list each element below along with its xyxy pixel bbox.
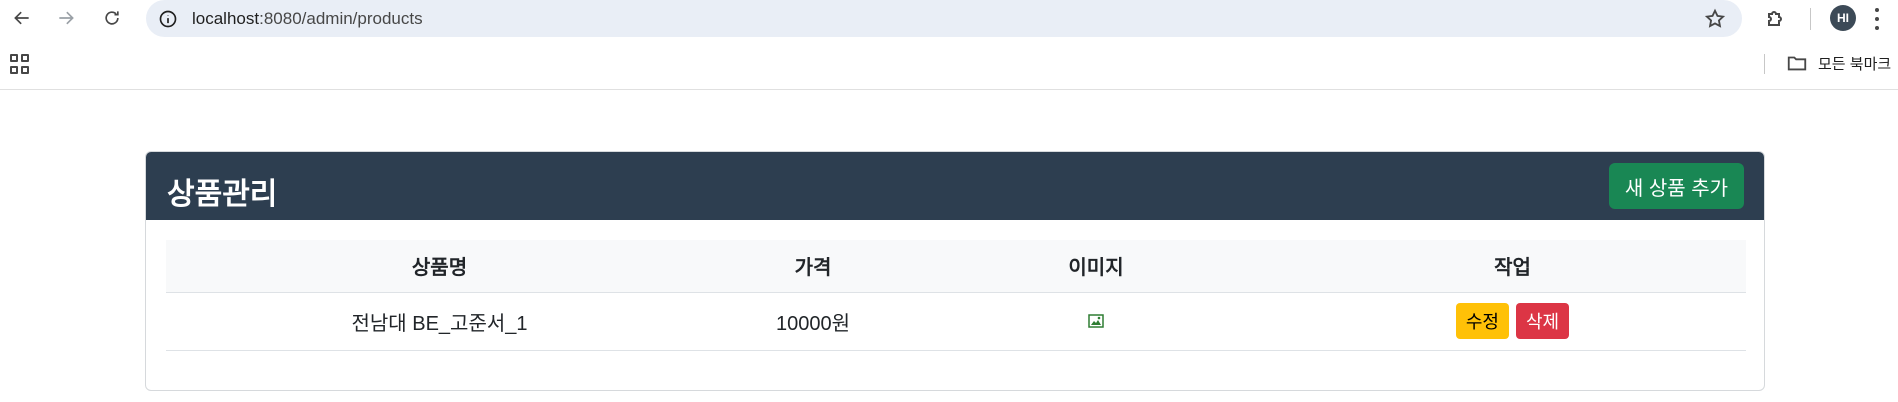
- site-info-icon[interactable]: [158, 9, 178, 29]
- product-name-cell: 전남대 BE_고준서_1: [166, 292, 713, 351]
- row-actions: 수정 삭제: [1455, 303, 1570, 339]
- back-arrow-icon[interactable]: [8, 4, 36, 32]
- table-header-row: 상품명 가격 이미지 작업: [166, 240, 1746, 293]
- delete-button[interactable]: 삭제: [1516, 303, 1570, 339]
- apps-grid-icon[interactable]: [10, 54, 30, 74]
- product-image-cell: [913, 292, 1279, 351]
- table-row: 전남대 BE_고준서_1 10000원 수정 삭제: [166, 292, 1746, 351]
- bookmark-star-icon[interactable]: [1704, 8, 1726, 30]
- reload-icon[interactable]: [98, 4, 126, 32]
- edit-button[interactable]: 수정: [1455, 303, 1509, 339]
- all-bookmarks-label: 모든 북마크: [1818, 55, 1892, 73]
- extensions-puzzle-icon[interactable]: [1764, 6, 1788, 30]
- broken-image-icon: [1088, 313, 1104, 329]
- bookmarks-bar: 모든 북마크: [0, 38, 1898, 90]
- folder-icon: [1787, 56, 1807, 71]
- url-path: :8080/admin/products: [259, 9, 423, 28]
- card-header: 상품관리 새 상품 추가: [146, 152, 1764, 220]
- product-table: 상품명 가격 이미지 작업 전남대 BE_고준서_1 10000원 수정 삭제: [166, 240, 1746, 351]
- bookmarks-divider: [1764, 54, 1765, 74]
- address-bar[interactable]: localhost:8080/admin/products: [146, 0, 1742, 37]
- url-host: localhost: [192, 9, 260, 28]
- product-price-cell: 10000원: [713, 292, 913, 351]
- browser-toolbar: localhost:8080/admin/products HI: [0, 0, 1898, 38]
- add-product-button[interactable]: 새 상품 추가: [1608, 163, 1744, 209]
- column-header-name: 상품명: [166, 240, 713, 293]
- toolbar-divider: [1810, 8, 1811, 30]
- product-actions-cell: 수정 삭제: [1279, 292, 1746, 351]
- page-title: 상품관리: [167, 178, 278, 211]
- all-bookmarks-button[interactable]: 모든 북마크: [1786, 52, 1891, 74]
- profile-avatar[interactable]: HI: [1830, 5, 1856, 31]
- more-menu-icon[interactable]: [1874, 8, 1880, 30]
- column-header-price: 가격: [713, 240, 913, 293]
- product-management-card: 상품관리 새 상품 추가 상품명 가격 이미지 작업 전남대 BE_고준서_1 …: [145, 151, 1765, 391]
- column-header-image: 이미지: [913, 240, 1279, 293]
- column-header-actions: 작업: [1279, 240, 1746, 293]
- product-table-wrapper: 상품명 가격 이미지 작업 전남대 BE_고준서_1 10000원 수정 삭제: [166, 240, 1746, 351]
- url-text[interactable]: localhost:8080/admin/products: [192, 9, 423, 29]
- forward-arrow-icon[interactable]: [52, 4, 80, 32]
